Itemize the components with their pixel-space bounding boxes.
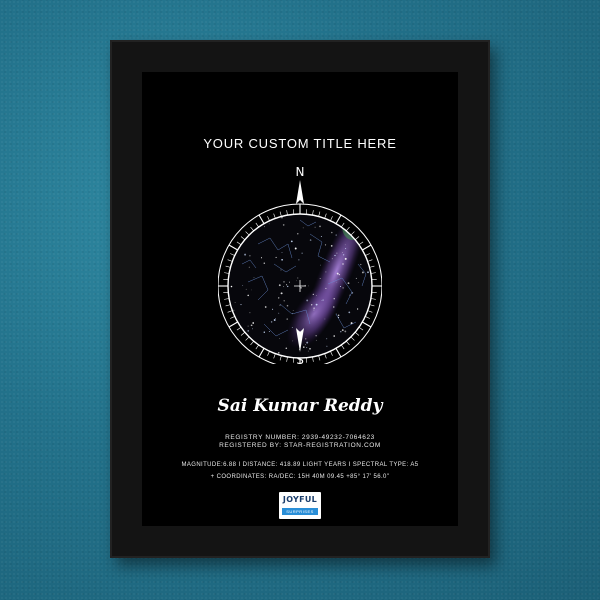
star-map-poster: YOUR CUSTOM TITLE HERE N Sai Kumar Reddy… bbox=[142, 72, 458, 526]
compass-north-label: N bbox=[296, 165, 305, 179]
night-sky bbox=[228, 214, 372, 358]
logo-text: JOYFUL bbox=[282, 495, 318, 504]
registered-by: REGISTERED BY: STAR-REGISTRATION.COM bbox=[219, 442, 381, 449]
star-coordinates: + COORDINATES: RA/DEC: 15H 40M 09.45 +85… bbox=[210, 474, 390, 480]
star-map-compass: N S bbox=[218, 165, 382, 364]
poster-title: YOUR CUSTOM TITLE HERE bbox=[203, 136, 397, 151]
star-details: MAGNITUDE:6.88 I DISTANCE: 418.89 LIGHT … bbox=[181, 462, 419, 468]
registry-number: REGISTRY NUMBER: 2939-49232-7064623 bbox=[225, 434, 375, 441]
picture-frame: YOUR CUSTOM TITLE HERE N Sai Kumar Reddy… bbox=[110, 40, 490, 558]
brand-logo: JOYFUL SURPRISES bbox=[279, 492, 321, 519]
logo-subtext: SURPRISES bbox=[282, 508, 318, 515]
north-pointer-icon bbox=[296, 180, 304, 204]
recipient-name: Sai Kumar Reddy bbox=[217, 396, 383, 416]
